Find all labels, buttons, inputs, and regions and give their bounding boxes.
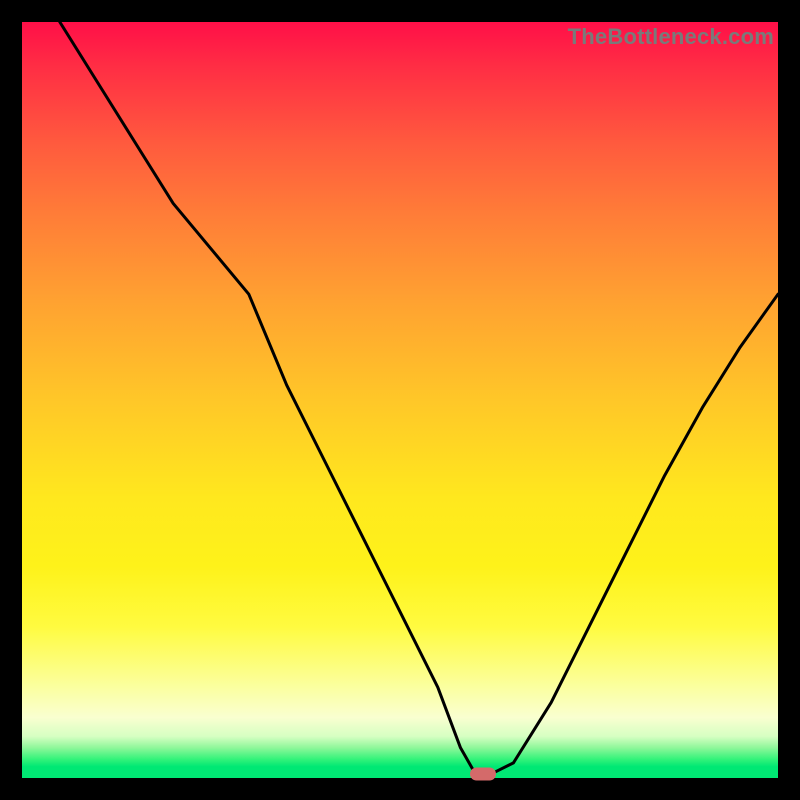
minimum-marker <box>470 768 496 781</box>
watermark-text: TheBottleneck.com <box>568 24 774 50</box>
bottleneck-curve <box>22 22 778 778</box>
chart-frame: TheBottleneck.com <box>0 0 800 800</box>
plot-area: TheBottleneck.com <box>22 22 778 778</box>
